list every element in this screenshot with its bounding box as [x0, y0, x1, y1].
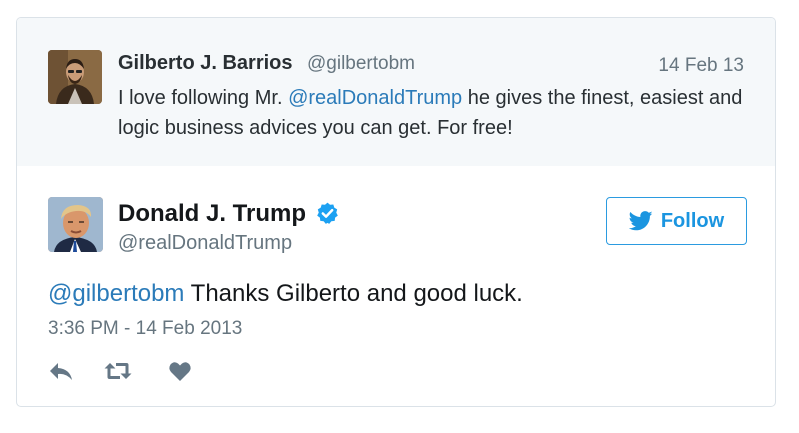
- author-name[interactable]: Donald J. Trump: [118, 200, 306, 228]
- tweet-mention-link[interactable]: @gilbertobm: [48, 280, 184, 307]
- reply-icon: [50, 363, 72, 380]
- follow-button[interactable]: Follow: [606, 197, 747, 245]
- tweet-card: Gilberto J. Barrios @gilbertobm 14 Feb 1…: [16, 17, 776, 407]
- like-button[interactable]: [168, 358, 192, 384]
- author-handle[interactable]: @realDonaldTrump: [118, 232, 292, 255]
- like-icon: [169, 362, 191, 381]
- tweet-text: @gilbertobm Thanks Gilberto and good luc…: [48, 280, 523, 308]
- quoted-author-name[interactable]: Gilberto J. Barrios: [118, 52, 293, 75]
- quoted-author-handle[interactable]: @gilbertobm: [307, 53, 415, 75]
- reply-button[interactable]: [48, 358, 74, 384]
- quoted-author-avatar[interactable]: [48, 50, 102, 104]
- tweet-timestamp[interactable]: 3:36 PM - 14 Feb 2013: [48, 318, 242, 340]
- author-avatar[interactable]: [48, 197, 103, 252]
- quoted-text-part: I love following Mr.: [118, 87, 289, 109]
- quoted-tweet-date[interactable]: 14 Feb 13: [658, 55, 744, 77]
- quoted-tweet-text: I love following Mr. @realDonaldTrump he…: [118, 83, 758, 143]
- follow-button-label: Follow: [660, 209, 725, 232]
- verified-badge-icon: [317, 202, 338, 224]
- retweet-button[interactable]: [103, 358, 133, 384]
- retweet-icon: [104, 363, 132, 379]
- twitter-bird-icon: [628, 211, 653, 231]
- tweet-text-body: Thanks Gilberto and good luck.: [184, 280, 523, 307]
- quoted-tweet[interactable]: Gilberto J. Barrios @gilbertobm 14 Feb 1…: [17, 18, 775, 166]
- quoted-mention-link[interactable]: @realDonaldTrump: [288, 87, 462, 109]
